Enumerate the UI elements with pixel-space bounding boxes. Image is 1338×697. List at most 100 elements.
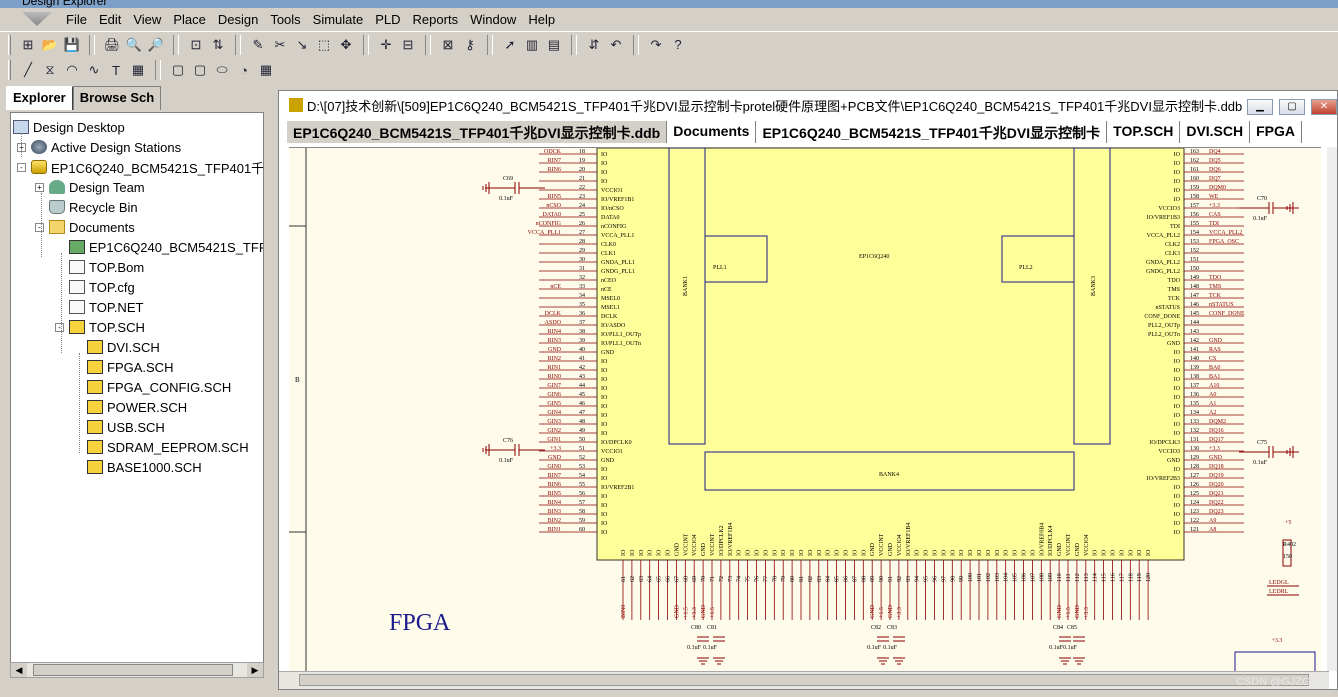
tree-node[interactable]: TOP.cfg (55, 277, 135, 297)
open-icon[interactable]: 📂 (41, 36, 59, 54)
document-tab[interactable]: EP1C6Q240_BCM5421S_TFP401千兆DVI显示控制卡.ddb (287, 121, 668, 143)
system-menu-icon[interactable] (22, 12, 52, 26)
pin-name: VCCA_PLL1 (601, 233, 634, 239)
wire-icon[interactable]: ↘ (293, 36, 311, 54)
print-icon[interactable]: 🖨 (103, 36, 121, 54)
roundrect-icon[interactable]: ▢ (191, 61, 209, 79)
book2-icon[interactable]: ▤ (545, 36, 563, 54)
cross-icon[interactable]: ✛ (377, 36, 395, 54)
cut-icon[interactable]: ✂ (271, 36, 289, 54)
close-button[interactable]: ✕ (1311, 99, 1337, 115)
document-hscrollbar[interactable] (279, 671, 1329, 689)
tree-node[interactable]: FPGA_CONFIG.SCH (73, 377, 231, 397)
zoom-out-icon[interactable]: 🔎 (147, 36, 165, 54)
tree-node[interactable]: TOP.Bom (55, 257, 144, 277)
menu-view[interactable]: View (127, 12, 167, 27)
document-tab[interactable]: FPGA (1250, 121, 1303, 143)
tree-node[interactable]: - TOP.SCH (55, 317, 145, 337)
library-icon[interactable]: ⊟ (399, 36, 417, 54)
tree-node[interactable]: TOP.NET (55, 297, 143, 317)
book-icon[interactable]: ▥ (523, 36, 541, 54)
cap-value: 0.1uF (1063, 645, 1078, 651)
document-tab[interactable]: TOP.SCH (1107, 121, 1181, 143)
tree-node[interactable]: + Active Design Stations (17, 137, 181, 157)
maximize-button[interactable]: ▢ (1279, 99, 1305, 115)
menu-pld[interactable]: PLD (369, 12, 406, 27)
toolbar-grip[interactable] (8, 34, 11, 55)
menu-design[interactable]: Design (212, 12, 264, 27)
save-icon[interactable]: 💾 (63, 36, 81, 54)
help-icon[interactable]: ? (669, 36, 687, 54)
scroll-right-icon[interactable]: ▶ (247, 663, 263, 677)
text-icon[interactable]: T (107, 61, 125, 79)
explorer-hscrollbar[interactable]: ◀ ▶ (10, 662, 264, 678)
document-vscrollbar[interactable] (1327, 147, 1337, 671)
toolbar-separator (571, 34, 577, 55)
array-icon[interactable]: ▦ (257, 61, 275, 79)
pin-name: IO (601, 368, 608, 374)
menu-place[interactable]: Place (167, 12, 212, 27)
document-tab[interactable]: DVI.SCH (1180, 121, 1251, 143)
tree-node[interactable]: BASE1000.SCH (73, 457, 202, 477)
expand-icon[interactable]: + (35, 182, 44, 192)
menu-window[interactable]: Window (464, 12, 522, 27)
toolbar-grip[interactable] (8, 60, 11, 80)
cap-name: C75 (1257, 440, 1267, 446)
curve-icon[interactable]: ∿ (85, 61, 103, 79)
tree-node[interactable]: - EP1C6Q240_BCM5421S_TFP401千兆[ (17, 157, 263, 177)
tree-node[interactable]: DVI.SCH (73, 337, 160, 357)
tab-browse-sch[interactable]: Browse Sch (72, 86, 162, 110)
menu-edit[interactable]: Edit (93, 12, 127, 27)
ellipse-icon[interactable]: ⬭ (213, 61, 231, 79)
menu-help[interactable]: Help (522, 12, 561, 27)
pointer-icon[interactable]: ➚ (501, 36, 519, 54)
document-tab[interactable]: Documents (667, 121, 757, 143)
tab-explorer[interactable]: Explorer (6, 86, 73, 110)
redo-icon[interactable]: ↷ (647, 36, 665, 54)
tree-node[interactable]: Design Desktop (13, 117, 125, 137)
tree-node[interactable]: + Design Team (35, 177, 145, 197)
key-icon[interactable]: ⚷ (461, 36, 479, 54)
menu-tools[interactable]: Tools (264, 12, 306, 27)
updown-icon[interactable]: ⇅ (209, 36, 227, 54)
arc-icon[interactable]: ◠ (63, 61, 81, 79)
collapse-icon[interactable]: - (55, 322, 64, 332)
tree-node[interactable]: - Documents (35, 217, 135, 237)
tree-node[interactable]: POWER.SCH (73, 397, 187, 417)
hierarchy-icon[interactable]: ⊞ (19, 36, 37, 54)
explorer-panel: Explorer Browse Sch Design Desktop + Activ… (6, 86, 268, 690)
pin-number: 58 (579, 509, 585, 515)
menu-reports[interactable]: Reports (407, 12, 465, 27)
tree-node[interactable]: EP1C6Q240_BCM5421S_TFP4( (55, 237, 263, 257)
collapse-icon[interactable]: - (35, 222, 44, 232)
pin-number: 32 (579, 275, 585, 281)
pen-icon[interactable]: ✎ (249, 36, 267, 54)
bezier-icon[interactable]: ⧖ (41, 61, 59, 79)
move-icon[interactable]: ✥ (337, 36, 355, 54)
scroll-thumb[interactable] (299, 674, 1309, 686)
zoom-in-icon[interactable]: 🔍 (125, 36, 143, 54)
document-tab[interactable]: EP1C6Q240_BCM5421S_TFP401千兆DVI显示控制卡 (756, 121, 1108, 143)
line-icon[interactable]: ╱ (19, 61, 37, 79)
select-icon[interactable]: ⬚ (315, 36, 333, 54)
tree-node[interactable]: USB.SCH (73, 417, 165, 437)
browse-icon[interactable]: ⊠ (439, 36, 457, 54)
scroll-left-icon[interactable]: ◀ (11, 663, 27, 677)
rect-icon[interactable]: ▢ (169, 61, 187, 79)
tree-node[interactable]: SDRAM_EEPROM.SCH (73, 437, 249, 457)
zoom-fit-icon[interactable]: ⊡ (187, 36, 205, 54)
tree-node[interactable]: Recycle Bin (35, 197, 138, 217)
schematic-canvas[interactable]: B BANK1 BANK3 BANK4 PLL1 PLL2 EP1C6Q240 18 IO ODC… (289, 147, 1321, 671)
menu-simulate[interactable]: Simulate (307, 12, 370, 27)
tree-node[interactable]: FPGA.SCH (73, 357, 173, 377)
scroll-thumb[interactable] (33, 664, 233, 676)
pin-number: 146 (1190, 302, 1199, 308)
textframe-icon[interactable]: ▦ (129, 61, 147, 79)
sort-icon[interactable]: ⇵ (585, 36, 603, 54)
collapse-icon[interactable]: - (17, 162, 26, 172)
minimize-button[interactable]: ▁ (1247, 99, 1273, 115)
pie-icon[interactable]: ◔ (235, 61, 253, 79)
undo-icon[interactable]: ↶ (607, 36, 625, 54)
pin-number: 155 (1190, 221, 1199, 227)
menu-file[interactable]: File (60, 12, 93, 27)
